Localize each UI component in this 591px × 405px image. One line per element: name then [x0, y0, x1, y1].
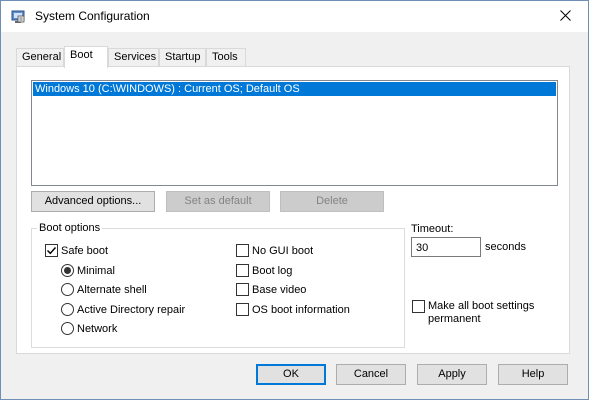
tab-services[interactable]: Services [108, 48, 159, 67]
radio-circle [61, 303, 74, 316]
checkbox-box [412, 300, 425, 313]
seconds-label: seconds [485, 241, 526, 253]
os-boot-information-label: OS boot information [252, 303, 350, 316]
system-config-icon [11, 10, 25, 24]
checkbox-box [236, 264, 249, 277]
radio-circle [61, 264, 74, 277]
radio-network-label: Network [77, 322, 118, 335]
base-video-label: Base video [252, 283, 307, 296]
checkbox-box [236, 303, 249, 316]
tab-boot[interactable]: Boot [64, 46, 108, 68]
checkbox-box [45, 244, 58, 257]
radio-active-directory-repair-label: Active Directory repair [77, 303, 186, 316]
radio-alternate-shell-label: Alternate shell [77, 283, 147, 296]
radio-alternate-shell[interactable]: Alternate shell [61, 283, 147, 296]
title-bar: System Configuration [1, 1, 588, 32]
boot-options-legend: Boot options [37, 222, 103, 234]
boot-log-checkbox[interactable]: Boot log [236, 264, 292, 277]
no-gui-boot-label: No GUI boot [252, 244, 314, 257]
safe-boot-checkbox[interactable]: Safe boot [45, 244, 108, 257]
cancel-button[interactable]: Cancel [336, 364, 406, 385]
close-button[interactable] [542, 1, 588, 32]
advanced-options-button[interactable]: Advanced options... [31, 191, 155, 212]
make-permanent-label-line2: permanent [428, 313, 481, 325]
make-permanent-label: Make all boot settings permanent [428, 300, 534, 326]
make-permanent-label-line1: Make all boot settings [428, 300, 535, 312]
radio-circle [61, 283, 74, 296]
os-list-item-selected[interactable]: Windows 10 (C:\WINDOWS) : Current OS; De… [33, 82, 556, 96]
system-configuration-window: System Configuration General Boot Servic… [0, 0, 589, 400]
make-permanent-checkbox[interactable]: Make all boot settings permanent [412, 300, 534, 326]
radio-selected-dot [64, 267, 71, 274]
checkmark-icon [47, 247, 57, 255]
window-title: System Configuration [35, 9, 150, 23]
help-button[interactable]: Help [498, 364, 568, 385]
tab-tools[interactable]: Tools [206, 48, 246, 67]
radio-network[interactable]: Network [61, 322, 117, 335]
ok-button[interactable]: OK [256, 364, 326, 385]
os-list[interactable]: Windows 10 (C:\WINDOWS) : Current OS; De… [31, 80, 558, 186]
no-gui-boot-checkbox[interactable]: No GUI boot [236, 244, 313, 257]
timeout-label: Timeout: [411, 223, 454, 235]
radio-active-directory-repair[interactable]: Active Directory repair [61, 303, 185, 316]
radio-minimal-label: Minimal [77, 264, 115, 277]
boot-options-group: Boot options Safe boot Minimal Alternate… [31, 222, 405, 348]
safe-boot-label: Safe boot [61, 244, 109, 257]
delete-button[interactable]: Delete [280, 191, 384, 212]
os-boot-information-checkbox[interactable]: OS boot information [236, 303, 350, 316]
base-video-checkbox[interactable]: Base video [236, 283, 306, 296]
tab-general[interactable]: General [16, 48, 64, 67]
checkbox-box [236, 283, 249, 296]
close-icon [559, 9, 571, 24]
timeout-input[interactable] [411, 237, 481, 257]
radio-minimal[interactable]: Minimal [61, 264, 115, 277]
tab-startup[interactable]: Startup [159, 48, 206, 67]
radio-circle [61, 322, 74, 335]
set-as-default-button[interactable]: Set as default [166, 191, 270, 212]
boot-log-label: Boot log [252, 264, 293, 277]
apply-button[interactable]: Apply [417, 364, 487, 385]
boot-tab-panel: Windows 10 (C:\WINDOWS) : Current OS; De… [16, 66, 570, 354]
checkbox-box [236, 244, 249, 257]
